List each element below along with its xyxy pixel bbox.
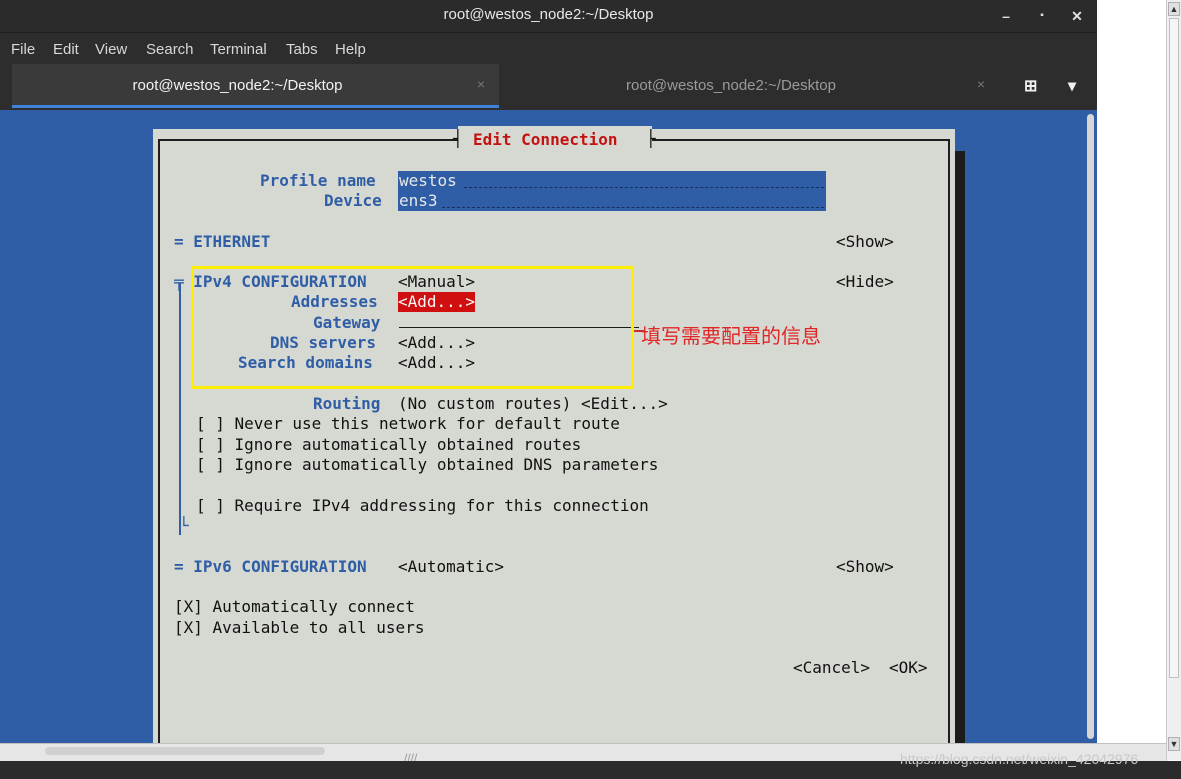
tab-1-close-icon[interactable]: × — [477, 76, 485, 92]
edit-connection-dialog: ┤ ├ Edit Connection Profile name westos … — [153, 126, 955, 759]
horizontal-scrollbar-thumb[interactable] — [45, 747, 325, 755]
device-label: Device — [324, 191, 382, 210]
watermark: https://blog.csdn.net/weixin_42042976 — [900, 751, 1139, 767]
tab-1[interactable]: root@westos_node2:~/Desktop × — [12, 64, 499, 108]
ipv6-mode-button[interactable]: <Automatic> — [398, 557, 504, 577]
minimize-button[interactable]: – — [996, 6, 1016, 26]
routing-label: Routing — [313, 394, 381, 413]
menu-terminal[interactable]: Terminal — [210, 41, 267, 58]
dialog-title: Edit Connection — [473, 130, 618, 149]
never-default-route-checkbox[interactable]: [ ] Never use this network for default r… — [196, 414, 620, 434]
profile-name-field[interactable]: westos — [398, 171, 826, 191]
terminal-scrollbar-thumb[interactable] — [1087, 114, 1094, 739]
profile-name-label: Profile name — [260, 171, 376, 190]
annotation-highlight-box — [191, 266, 634, 389]
menu-search[interactable]: Search — [146, 41, 194, 58]
all-users-checkbox[interactable]: [X] Available to all users — [174, 618, 424, 638]
ipv4-hide-button[interactable]: <Hide> — [836, 272, 894, 292]
annotation-text: 填写需要配置的信息 — [641, 324, 821, 348]
auto-connect-checkbox[interactable]: [X] Automatically connect — [174, 597, 415, 617]
menu-view[interactable]: View — [95, 41, 127, 58]
menu-bar: File Edit View Search Terminal Tabs Help — [0, 32, 1097, 64]
page-scrollbar-thumb[interactable] — [1169, 18, 1179, 678]
terminal-area[interactable]: ┤ ├ Edit Connection Profile name westos … — [0, 110, 1097, 759]
terminal-scrollbar[interactable] — [1084, 110, 1097, 743]
ipv6-show-button[interactable]: <Show> — [836, 557, 894, 577]
new-tab-icon[interactable]: ⊞ — [1024, 76, 1037, 96]
ok-button[interactable]: <OK> — [889, 658, 928, 678]
ipv6-section-label: = IPv6 CONFIGURATION — [174, 557, 367, 576]
routing-edit-button[interactable]: (No custom routes) <Edit...> — [398, 394, 668, 414]
device-field[interactable]: ens3 — [398, 191, 826, 211]
tab-1-label: root@westos_node2:~/Desktop — [132, 77, 343, 94]
tab-bar: root@westos_node2:~/Desktop × root@westo… — [0, 64, 1097, 110]
tab-2[interactable]: root@westos_node2:~/Desktop × — [499, 64, 999, 108]
menu-file[interactable]: File — [11, 41, 35, 58]
maximize-button[interactable]: ▪ — [1032, 6, 1052, 26]
cancel-button[interactable]: <Cancel> — [793, 658, 870, 678]
ipv4-section-line — [179, 283, 181, 535]
scroll-down-arrow-icon[interactable]: ▼ — [1168, 737, 1180, 751]
dialog-shadow — [955, 151, 965, 751]
close-button[interactable]: ✕ — [1067, 6, 1087, 26]
ignore-dns-checkbox[interactable]: [ ] Ignore automatically obtained DNS pa… — [196, 455, 658, 475]
ethernet-show-button[interactable]: <Show> — [836, 232, 894, 252]
menu-tabs[interactable]: Tabs — [286, 41, 318, 58]
scroll-up-arrow-icon[interactable]: ▲ — [1168, 2, 1180, 16]
ignore-routes-checkbox[interactable]: [ ] Ignore automatically obtained routes — [196, 435, 581, 455]
tab-2-close-icon[interactable]: × — [977, 76, 985, 92]
title-bar: root@westos_node2:~/Desktop – ▪ ✕ — [0, 0, 1097, 32]
menu-help[interactable]: Help — [335, 41, 366, 58]
tab-2-label: root@westos_node2:~/Desktop — [626, 77, 836, 94]
window-title: root@westos_node2:~/Desktop — [443, 6, 654, 23]
device-value: ens3 — [399, 191, 438, 210]
tab-menu-dropdown-icon[interactable]: ▾ — [1068, 76, 1076, 96]
profile-name-value: westos — [399, 171, 457, 190]
menu-edit[interactable]: Edit — [53, 41, 79, 58]
page-vertical-scrollbar[interactable]: ▲ ▼ — [1166, 0, 1181, 760]
require-ipv4-checkbox[interactable]: [ ] Require IPv4 addressing for this con… — [196, 496, 649, 516]
ethernet-section-label: = ETHERNET — [174, 232, 271, 251]
